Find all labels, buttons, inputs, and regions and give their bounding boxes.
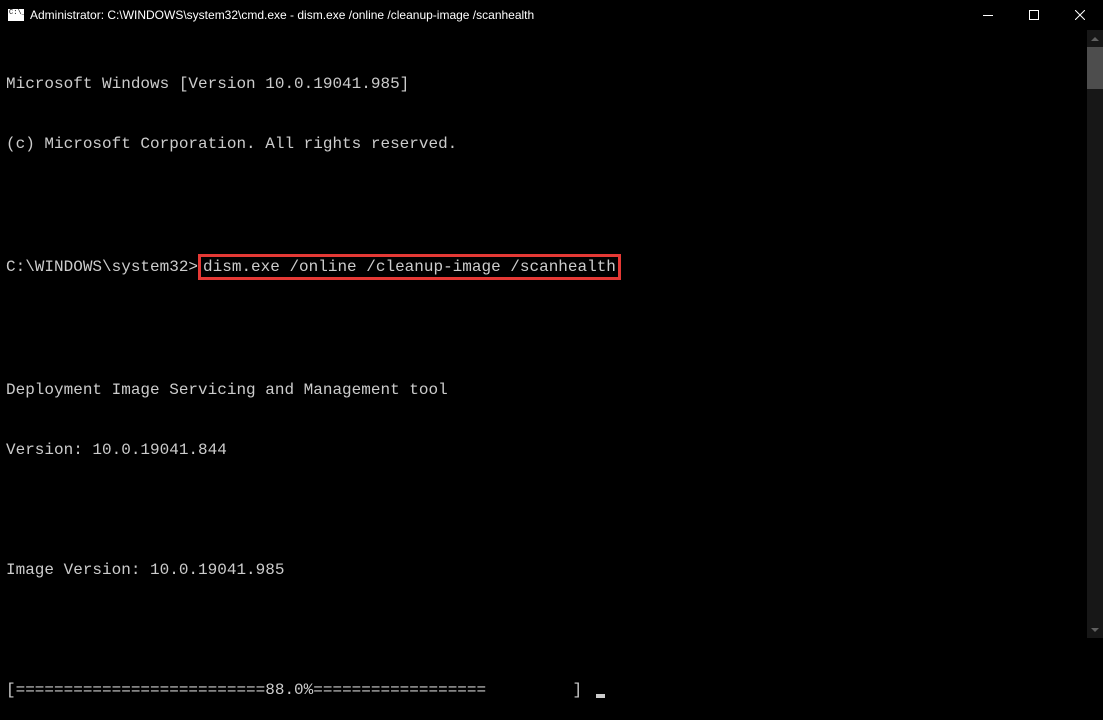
scroll-up-arrow-icon[interactable]: [1087, 30, 1103, 47]
scroll-down-arrow-icon[interactable]: [1087, 621, 1103, 638]
progress-percent: 88.0%: [265, 681, 313, 699]
progress-line: [==========================88.0%========…: [6, 680, 1097, 700]
progress-bar-rest: ================== ]: [313, 681, 591, 699]
output-line: Deployment Image Servicing and Managemen…: [6, 380, 1097, 400]
blank-line: [6, 500, 1097, 520]
cmd-icon: [8, 9, 24, 21]
minimize-button[interactable]: [965, 0, 1011, 30]
highlighted-command: dism.exe /online /cleanup-image /scanhea…: [198, 254, 621, 280]
window-controls: [965, 0, 1103, 30]
maximize-button[interactable]: [1011, 0, 1057, 30]
window-title: Administrator: C:\WINDOWS\system32\cmd.e…: [30, 8, 534, 22]
window-titlebar[interactable]: Administrator: C:\WINDOWS\system32\cmd.e…: [0, 0, 1103, 30]
blank-line: [6, 320, 1097, 340]
cursor: [596, 694, 605, 698]
command-line: C:\WINDOWS\system32>dism.exe /online /cl…: [6, 254, 1097, 280]
prompt: C:\WINDOWS\system32>: [6, 258, 198, 276]
blank-line: [6, 620, 1097, 640]
output-line: Image Version: 10.0.19041.985: [6, 560, 1097, 580]
progress-bar-open: [==========================: [6, 681, 265, 699]
blank-line: [6, 194, 1097, 214]
output-line: (c) Microsoft Corporation. All rights re…: [6, 134, 1097, 154]
output-line: Version: 10.0.19041.844: [6, 440, 1097, 460]
close-button[interactable]: [1057, 0, 1103, 30]
output-line: Microsoft Windows [Version 10.0.19041.98…: [6, 74, 1097, 94]
scroll-thumb[interactable]: [1087, 47, 1103, 89]
terminal-output[interactable]: Microsoft Windows [Version 10.0.19041.98…: [0, 30, 1103, 720]
vertical-scrollbar[interactable]: [1087, 30, 1103, 638]
